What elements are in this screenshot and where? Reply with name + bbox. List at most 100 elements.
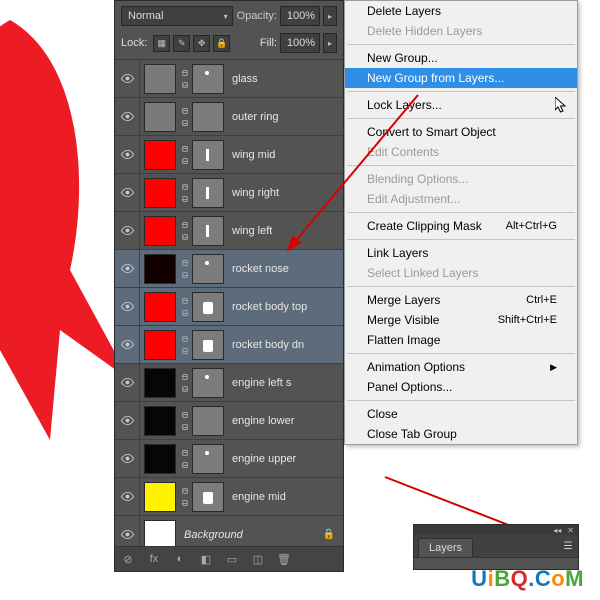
panel-menu-icon[interactable]: ☰ bbox=[561, 539, 575, 553]
layer-row[interactable]: engine mid bbox=[115, 478, 343, 516]
layer-thumbnail[interactable] bbox=[144, 178, 176, 208]
mask-link-icon[interactable] bbox=[179, 103, 189, 131]
visibility-toggle[interactable] bbox=[115, 136, 140, 173]
mask-link-icon[interactable] bbox=[179, 407, 189, 435]
lock-all-icon[interactable]: 🔒 bbox=[213, 35, 230, 52]
layer-mask-thumbnail[interactable] bbox=[192, 102, 224, 132]
menu-item[interactable]: New Group... bbox=[345, 48, 577, 68]
visibility-toggle[interactable] bbox=[115, 326, 140, 363]
layer-thumbnail[interactable] bbox=[144, 254, 176, 284]
layer-thumbnail[interactable] bbox=[144, 102, 176, 132]
mask-link-icon[interactable] bbox=[179, 483, 189, 511]
mask-link-icon[interactable] bbox=[179, 293, 189, 321]
visibility-toggle[interactable] bbox=[115, 60, 140, 97]
close-icon[interactable]: ✕ bbox=[567, 526, 574, 535]
menu-item[interactable]: Delete Layers bbox=[345, 1, 577, 21]
layer-fx-icon[interactable]: fx bbox=[147, 553, 161, 565]
layer-row[interactable]: rocket body dn bbox=[115, 326, 343, 364]
layer-mask-thumbnail[interactable] bbox=[192, 178, 224, 208]
layer-mask-thumbnail[interactable] bbox=[192, 406, 224, 436]
fill-flyout-icon[interactable]: ▸ bbox=[323, 33, 337, 53]
menu-item[interactable]: Merge LayersCtrl+E bbox=[345, 290, 577, 310]
layer-thumbnail[interactable] bbox=[144, 64, 176, 94]
layer-mask-thumbnail[interactable] bbox=[192, 482, 224, 512]
menu-item[interactable]: Close Tab Group bbox=[345, 424, 577, 444]
menu-item[interactable]: Lock Layers... bbox=[345, 95, 577, 115]
layer-row[interactable]: wing mid bbox=[115, 136, 343, 174]
layer-mask-thumbnail[interactable] bbox=[192, 254, 224, 284]
visibility-toggle[interactable] bbox=[115, 98, 140, 135]
menu-item[interactable]: Animation Options▶ bbox=[345, 357, 577, 377]
lock-pixels-icon[interactable]: ✎ bbox=[173, 35, 190, 52]
new-layer-icon[interactable]: ◫ bbox=[251, 553, 265, 566]
new-group-icon[interactable]: ▭ bbox=[225, 553, 239, 566]
mask-link-icon[interactable] bbox=[179, 65, 189, 93]
layer-thumbnail[interactable] bbox=[144, 406, 176, 436]
layer-row[interactable]: engine upper bbox=[115, 440, 343, 478]
layer-row[interactable]: glass bbox=[115, 60, 343, 98]
delete-layer-icon[interactable]: 🗑 bbox=[277, 553, 291, 566]
mask-link-icon[interactable] bbox=[179, 331, 189, 359]
layer-row[interactable]: rocket body top bbox=[115, 288, 343, 326]
layer-name-label[interactable]: rocket body top bbox=[232, 301, 307, 313]
layer-row[interactable]: rocket nose bbox=[115, 250, 343, 288]
layer-mask-thumbnail[interactable] bbox=[192, 368, 224, 398]
layer-mask-thumbnail[interactable] bbox=[192, 444, 224, 474]
layer-row[interactable]: wing right bbox=[115, 174, 343, 212]
visibility-toggle[interactable] bbox=[115, 478, 140, 515]
menu-item[interactable]: Link Layers bbox=[345, 243, 577, 263]
layer-row[interactable]: engine left s bbox=[115, 364, 343, 402]
add-mask-icon[interactable]: ◐ bbox=[173, 553, 187, 565]
opacity-input[interactable]: 100% bbox=[280, 6, 320, 26]
layer-mask-thumbnail[interactable] bbox=[192, 140, 224, 170]
visibility-toggle[interactable] bbox=[115, 402, 140, 439]
visibility-toggle[interactable] bbox=[115, 212, 140, 249]
layer-thumbnail[interactable] bbox=[144, 330, 176, 360]
mask-link-icon[interactable] bbox=[179, 369, 189, 397]
layer-name-label[interactable]: engine lower bbox=[232, 415, 294, 427]
layer-thumbnail[interactable] bbox=[144, 216, 176, 246]
mask-link-icon[interactable] bbox=[179, 217, 189, 245]
lock-position-icon[interactable]: ✥ bbox=[193, 35, 210, 52]
layer-name-label[interactable]: wing left bbox=[232, 225, 272, 237]
blend-mode-dropdown[interactable]: Normal ▾ bbox=[121, 6, 233, 26]
visibility-toggle[interactable] bbox=[115, 288, 140, 325]
mask-link-icon[interactable] bbox=[179, 141, 189, 169]
adjustment-layer-icon[interactable]: ◧ bbox=[199, 553, 213, 566]
layer-thumbnail[interactable] bbox=[144, 292, 176, 322]
layer-name-label[interactable]: wing right bbox=[232, 187, 279, 199]
link-layers-icon[interactable]: ⊘ bbox=[121, 553, 135, 566]
visibility-toggle[interactable] bbox=[115, 364, 140, 401]
opacity-flyout-icon[interactable]: ▸ bbox=[323, 6, 337, 26]
layer-name-label[interactable]: engine mid bbox=[232, 491, 286, 503]
layer-thumbnail[interactable] bbox=[144, 482, 176, 512]
layer-name-label[interactable]: engine upper bbox=[232, 453, 296, 465]
layer-mask-thumbnail[interactable] bbox=[192, 292, 224, 322]
visibility-toggle[interactable] bbox=[115, 250, 140, 287]
mask-link-icon[interactable] bbox=[179, 179, 189, 207]
visibility-toggle[interactable] bbox=[115, 440, 140, 477]
layer-thumbnail[interactable] bbox=[144, 140, 176, 170]
layer-name-label[interactable]: engine left s bbox=[232, 377, 291, 389]
mask-link-icon[interactable] bbox=[179, 445, 189, 473]
tab-layers[interactable]: Layers bbox=[418, 538, 473, 557]
layer-name-label[interactable]: Background bbox=[184, 529, 243, 541]
menu-item[interactable]: Panel Options... bbox=[345, 377, 577, 397]
menu-item[interactable]: Convert to Smart Object bbox=[345, 122, 577, 142]
layer-thumbnail[interactable] bbox=[144, 444, 176, 474]
fill-input[interactable]: 100% bbox=[280, 33, 320, 53]
menu-item[interactable]: New Group from Layers... bbox=[345, 68, 577, 88]
layer-name-label[interactable]: glass bbox=[232, 73, 258, 85]
mask-link-icon[interactable] bbox=[179, 255, 189, 283]
collapse-icon[interactable]: ◂◂ bbox=[553, 526, 561, 535]
visibility-toggle[interactable] bbox=[115, 174, 140, 211]
layer-thumbnail[interactable] bbox=[144, 520, 176, 550]
menu-item[interactable]: Merge VisibleShift+Ctrl+E bbox=[345, 310, 577, 330]
layer-mask-thumbnail[interactable] bbox=[192, 216, 224, 246]
layer-row[interactable]: wing left bbox=[115, 212, 343, 250]
layer-mask-thumbnail[interactable] bbox=[192, 330, 224, 360]
menu-item[interactable]: Flatten Image bbox=[345, 330, 577, 350]
lock-transparency-icon[interactable]: ▦ bbox=[153, 35, 170, 52]
layer-name-label[interactable]: rocket body dn bbox=[232, 339, 304, 351]
layer-name-label[interactable]: rocket nose bbox=[232, 263, 289, 275]
